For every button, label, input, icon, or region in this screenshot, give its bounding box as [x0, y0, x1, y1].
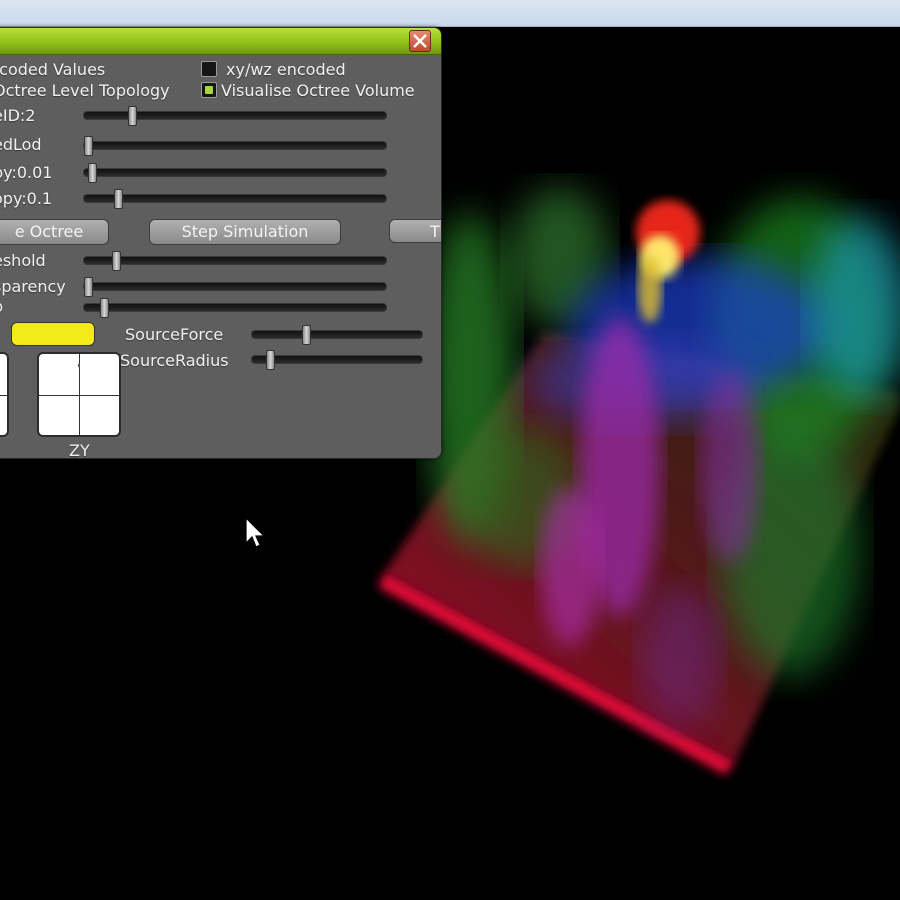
visualise-octree-volume-checkbox[interactable] — [201, 82, 217, 98]
window-top-bar — [0, 0, 900, 27]
source-force-label: SourceForce — [125, 325, 224, 344]
close-icon — [413, 34, 427, 48]
octree-button[interactable]: e Octree — [0, 219, 109, 245]
slider-label-entropy-001: py:0.01 — [0, 163, 53, 182]
source-force-slider[interactable] — [251, 325, 423, 345]
checkbox-label-encoded-values: ncoded Values — [0, 60, 106, 79]
slider-label-step: p — [0, 298, 3, 316]
slider-thumb[interactable] — [84, 136, 93, 156]
level-id-slider[interactable] — [83, 106, 387, 126]
checkbox-label-visualise-octree-volume: Visualise Octree Volume — [221, 81, 415, 100]
slider-thumb[interactable] — [100, 298, 109, 318]
pad-crosshair-horizontal — [0, 394, 7, 396]
slider-thumb[interactable] — [302, 325, 311, 345]
settings-panel: ncoded Values Octree Level Topology xy/w… — [0, 27, 442, 459]
pad-marker — [78, 364, 80, 367]
close-button[interactable] — [409, 30, 431, 52]
checkbox-label-xy-wz-encoded: xy/wz encoded — [226, 60, 346, 79]
lod-slider[interactable] — [83, 136, 387, 156]
zy-pad-label: ZY — [69, 441, 90, 459]
mouse-cursor-icon — [245, 517, 265, 548]
source-radius-slider[interactable] — [251, 350, 423, 370]
slider-label-level-id: eID:2 — [0, 106, 36, 125]
step-slider[interactable] — [83, 298, 387, 318]
xy-orientation-pad[interactable] — [0, 352, 9, 437]
slider-label-threshold: eshold — [0, 251, 46, 270]
checkbox-label-octree-level-topology: Octree Level Topology — [0, 81, 170, 100]
source-radius-label: SourceRadius — [120, 351, 229, 370]
slider-thumb[interactable] — [88, 163, 97, 183]
slider-label-transparency: sparency — [0, 277, 66, 296]
source-color-swatch[interactable] — [11, 322, 95, 346]
panel-title-bar[interactable] — [0, 28, 441, 55]
slider-thumb[interactable] — [112, 251, 121, 271]
slider-thumb[interactable] — [266, 350, 275, 370]
slider-thumb[interactable] — [128, 106, 137, 126]
entropy-001-slider[interactable] — [83, 163, 387, 183]
entropy-01-slider[interactable] — [83, 189, 387, 209]
transparency-slider[interactable] — [83, 277, 387, 297]
slider-thumb[interactable] — [84, 277, 93, 297]
slider-thumb[interactable] — [114, 189, 123, 209]
slider-label-lod: edLod — [0, 135, 42, 154]
slider-label-entropy-01: opy:0.1 — [0, 189, 53, 208]
third-button[interactable]: T — [389, 219, 441, 243]
step-simulation-button[interactable]: Step Simulation — [149, 219, 341, 245]
xy-wz-encoded-checkbox[interactable] — [201, 61, 217, 77]
threshold-slider[interactable] — [83, 251, 387, 271]
zy-orientation-pad[interactable] — [37, 352, 121, 437]
